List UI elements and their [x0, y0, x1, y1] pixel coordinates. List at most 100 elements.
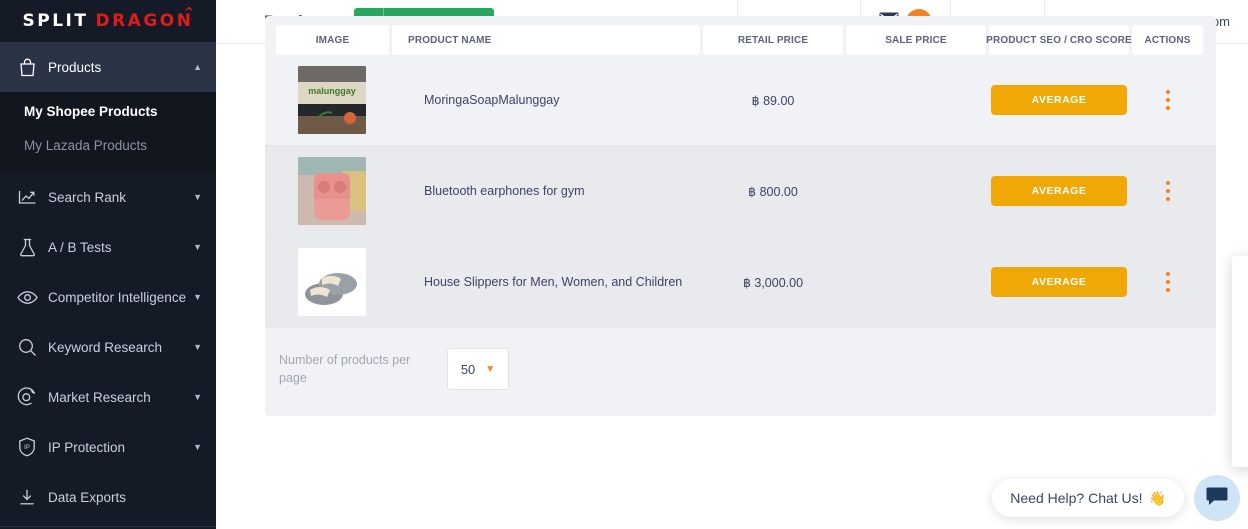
sidebar-item-competitor-intelligence-label: Competitor Intelligence — [48, 289, 187, 305]
download-icon — [16, 486, 38, 508]
sidebar-item-ip-protection-label: IP Protection — [48, 439, 126, 455]
svg-text:malunggay: malunggay — [308, 86, 356, 96]
target-icon — [16, 386, 38, 408]
per-page-value: 50 — [460, 361, 476, 377]
logo-text-split: SPLIT — [22, 11, 89, 31]
eye-icon — [16, 286, 38, 308]
sidebar-divider — [0, 526, 216, 527]
flask-icon — [16, 236, 38, 258]
chat-prompt-label: Need Help? Chat Us! — [1010, 490, 1143, 506]
sidebar-item-market-research-label: Market Research — [48, 389, 151, 405]
actions-cell — [1132, 55, 1203, 146]
house-slippers-thumb — [298, 248, 366, 316]
chat-bubble-icon — [1206, 486, 1228, 511]
column-header-product-name: PRODUCT NAME — [392, 25, 700, 55]
product-image-cell: malunggay — [276, 55, 389, 146]
column-header-image: IMAGE — [276, 25, 389, 55]
kebab-menu-icon[interactable] — [1157, 176, 1179, 206]
sale-price-cell — [846, 55, 986, 146]
table-row[interactable]: House Slippers for Men, Women, and Child… — [265, 237, 1216, 328]
context-menu-item-manage-ab-tests[interactable]: Manage A / B Tests — [1232, 330, 1248, 362]
table-header-row: IMAGE PRODUCT NAME RETAIL PRICE SALE PRI… — [265, 16, 1216, 55]
seo-score-cell: AVERAGE — [989, 146, 1129, 237]
sidebar-item-ab-tests-label: A / B Tests — [48, 239, 112, 255]
sidebar-item-my-lazada-products[interactable]: My Lazada Products — [0, 128, 216, 162]
sidebar-item-keyword-research-label: Keyword Research — [48, 339, 163, 355]
column-header-seo-cro-score: PRODUCT SEO / CRO SCORE — [986, 25, 1132, 55]
product-name-cell: House Slippers for Men, Women, and Child… — [392, 237, 700, 328]
chat-widget: Need Help? Chat Us! 👋 — [992, 475, 1240, 521]
context-menu-item-delete[interactable]: Delete — [1232, 426, 1248, 458]
chevron-down-icon: ▼ — [193, 241, 202, 252]
seo-score-button[interactable]: AVERAGE — [991, 176, 1127, 206]
svg-text:IP: IP — [24, 445, 30, 451]
pink-earphones-thumb — [298, 157, 366, 225]
sidebar-item-market-research[interactable]: Market Research ▼ — [0, 372, 216, 422]
waving-hand-icon: 👋 — [1148, 489, 1166, 506]
seo-score-cell: AVERAGE — [989, 237, 1129, 328]
products-submenu: My Shopee Products My Lazada Products — [0, 92, 216, 172]
chat-launcher-button[interactable] — [1194, 475, 1240, 521]
logo-text-dragon: DRAGON ^ — [95, 5, 194, 31]
context-menu-item-keyword-research[interactable]: Keyword Research — [1232, 266, 1248, 298]
retail-price-label: ฿ 3,000.00 — [742, 275, 804, 290]
sale-price-cell — [846, 237, 986, 328]
bag-icon — [16, 56, 38, 78]
products-card: IMAGE PRODUCT NAME RETAIL PRICE SALE PRI… — [265, 16, 1216, 416]
row-actions-context-menu: Keyword Research Track New Keywords Mana… — [1232, 256, 1248, 467]
product-image-cell — [276, 237, 389, 328]
sidebar-item-data-exports-label: Data Exports — [48, 489, 127, 505]
seo-score-cell: AVERAGE — [989, 55, 1129, 146]
trending-up-icon — [16, 186, 38, 208]
shield-ip-icon: IP — [16, 436, 38, 458]
retail-price-label: ฿ 800.00 — [748, 184, 798, 199]
chevron-down-icon: ▼ — [193, 391, 202, 402]
product-image-cell — [276, 146, 389, 237]
seo-score-button[interactable]: AVERAGE — [991, 85, 1127, 115]
table-row[interactable]: Bluetooth earphones for gym ฿ 800.00 AVE… — [265, 146, 1216, 237]
sidebar-item-search-rank[interactable]: Search Rank ▼ — [0, 172, 216, 222]
chevron-down-icon: ▼ — [193, 291, 202, 302]
sidebar-item-ip-protection[interactable]: IP IP Protection ▼ — [0, 422, 216, 472]
sidebar-item-products[interactable]: Products ▲ — [0, 42, 216, 92]
retail-price-cell: ฿ 89.00 — [703, 55, 843, 146]
dragon-tail-arrow-icon: ^ — [183, 5, 197, 19]
context-menu-item-add-new-ab-tests[interactable]: Add New A / B Tests — [1232, 362, 1248, 394]
sidebar-item-ab-tests[interactable]: A / B Tests ▼ — [0, 222, 216, 272]
caret-down-icon: ▼ — [485, 363, 496, 375]
product-name-cell: MoringaSoapMalunggay — [392, 55, 700, 146]
chat-prompt-pill[interactable]: Need Help? Chat Us! 👋 — [992, 479, 1184, 517]
kebab-menu-icon[interactable] — [1157, 85, 1179, 115]
chevron-up-icon: ▲ — [193, 61, 202, 72]
retail-price-label: ฿ 89.00 — [751, 93, 795, 108]
seo-score-button[interactable]: AVERAGE — [991, 267, 1127, 297]
product-name-cell: Bluetooth earphones for gym — [392, 146, 700, 237]
context-menu-item-track-new-keywords[interactable]: Track New Keywords — [1232, 298, 1248, 330]
sidebar-item-data-exports[interactable]: Data Exports — [0, 472, 216, 522]
product-name-label: MoringaSoapMalunggay — [424, 93, 560, 107]
column-header-actions: ACTIONS — [1132, 25, 1203, 55]
app-root: SPLIT DRAGON ^ Products ▲ My Shopee Prod… — [0, 0, 1248, 529]
main-content: Products ▶ How It Works? ▼ — [216, 0, 1248, 529]
retail-price-cell: ฿ 800.00 — [703, 146, 843, 237]
context-menu-item-manage-product-quality[interactable]: Manage Product Quality — [1232, 394, 1248, 426]
per-page-label: Number of products per page — [279, 352, 411, 385]
sidebar-item-products-label: Products — [48, 59, 102, 75]
sidebar-item-my-shopee-products[interactable]: My Shopee Products — [0, 94, 216, 128]
chevron-down-icon: ▼ — [193, 441, 202, 452]
retail-price-cell: ฿ 3,000.00 — [703, 237, 843, 328]
pagination-bar: Number of products per page 50 ▼ — [265, 328, 1216, 390]
logo[interactable]: SPLIT DRAGON ^ — [0, 0, 216, 42]
actions-cell — [1132, 237, 1203, 328]
table-row[interactable]: malunggay MoringaSoapMalunggay ฿ 89.00 A… — [265, 55, 1216, 146]
product-name-label: Bluetooth earphones for gym — [424, 184, 585, 198]
kebab-menu-icon[interactable] — [1157, 267, 1179, 297]
sidebar-item-keyword-research[interactable]: Keyword Research ▼ — [0, 322, 216, 372]
per-page-select[interactable]: 50 ▼ — [447, 348, 509, 390]
product-name-label: House Slippers for Men, Women, and Child… — [424, 275, 683, 289]
sidebar-item-search-rank-label: Search Rank — [48, 189, 127, 205]
actions-cell — [1132, 146, 1203, 237]
column-header-sale-price: SALE PRICE — [846, 25, 986, 55]
chevron-down-icon: ▼ — [193, 191, 202, 202]
sidebar-item-competitor-intelligence[interactable]: Competitor Intelligence ▼ — [0, 272, 216, 322]
